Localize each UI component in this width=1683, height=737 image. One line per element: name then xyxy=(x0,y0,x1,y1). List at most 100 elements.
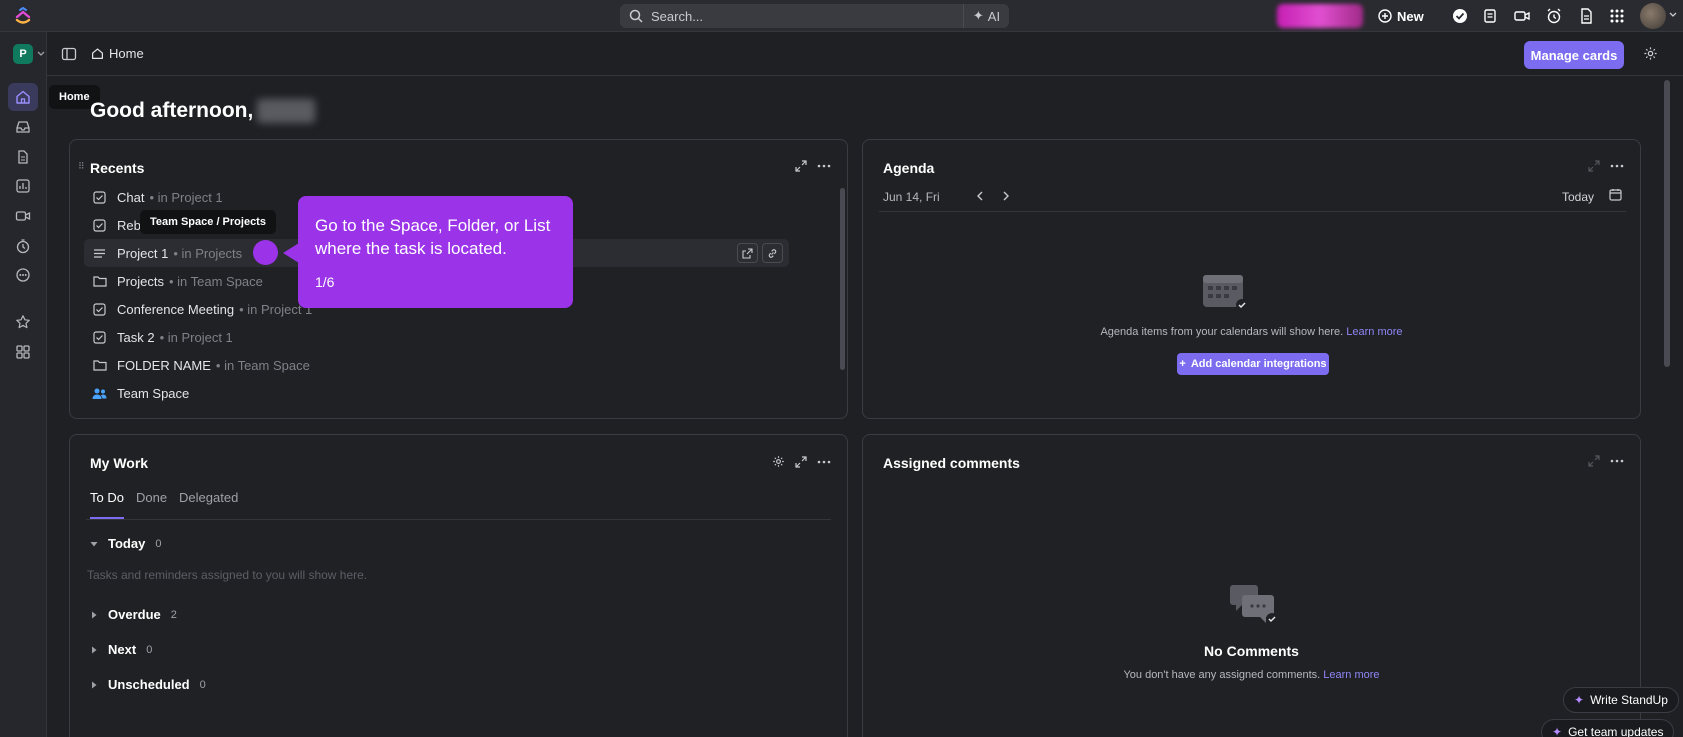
video-icon[interactable] xyxy=(1513,7,1531,25)
user-avatar[interactable] xyxy=(1640,3,1666,29)
list-item[interactable]: Task 2 • in Project 1 xyxy=(84,323,789,351)
clickup-logo-icon[interactable] xyxy=(15,7,31,24)
breadcrumb-label: Home xyxy=(109,46,144,61)
grid-icon xyxy=(16,345,30,359)
recents-scrollbar[interactable] xyxy=(840,188,845,370)
agenda-card: Agenda Jun 14, Fri Today Agenda items fr… xyxy=(862,139,1641,419)
recent-item-location: • in Team Space xyxy=(168,273,263,289)
comments-empty-message: You don't have any assigned comments. xyxy=(1123,669,1321,681)
rail-inbox-button[interactable] xyxy=(8,113,38,141)
task-icon xyxy=(92,302,107,317)
document-icon[interactable] xyxy=(1577,7,1595,25)
agenda-title: Agenda xyxy=(883,160,935,176)
rail-timesheets-button[interactable] xyxy=(8,232,38,260)
expand-icon[interactable] xyxy=(1588,160,1600,172)
upgrade-pill[interactable] xyxy=(1277,4,1363,28)
recent-item-location: • in Projects xyxy=(173,245,243,261)
rail-favorites-button[interactable] xyxy=(8,308,38,336)
recent-item-name: FOLDER NAME xyxy=(117,357,211,373)
chevron-left-icon[interactable] xyxy=(975,190,985,202)
add-calendar-integrations-button[interactable]: + Add calendar integrations xyxy=(1177,353,1329,375)
chevron-down-icon[interactable] xyxy=(1669,11,1677,19)
agenda-nav xyxy=(975,190,1011,202)
notepad-icon[interactable] xyxy=(1481,7,1499,25)
group-today[interactable]: Today 0 xyxy=(90,536,161,551)
check-circle-icon[interactable] xyxy=(1451,7,1469,25)
tab-to-do[interactable]: To Do xyxy=(90,490,124,519)
expand-icon[interactable] xyxy=(795,455,807,468)
agenda-learn-more-link[interactable]: Learn more xyxy=(1346,326,1402,338)
external-link-icon xyxy=(742,247,753,259)
chevron-down-icon[interactable] xyxy=(37,50,45,58)
recent-item-name: Conference Meeting xyxy=(117,301,235,317)
assigned-comments-card: Assigned comments No Comments You don't … xyxy=(862,434,1641,737)
drag-handle-icon[interactable]: ⠿ xyxy=(78,162,85,171)
breadcrumb[interactable]: Home xyxy=(91,46,144,61)
page-scrollbar[interactable] xyxy=(1664,80,1670,367)
gear-icon[interactable] xyxy=(772,455,785,468)
group-name: Next xyxy=(108,642,137,657)
rail-more-button[interactable] xyxy=(8,261,38,289)
sparkle-icon: ✦ xyxy=(1574,693,1585,707)
list-item[interactable]: FOLDER NAME • in Team Space xyxy=(84,351,789,379)
expand-icon[interactable] xyxy=(795,160,807,172)
gear-icon[interactable] xyxy=(1643,46,1658,61)
sidebar-toggle-icon[interactable] xyxy=(61,46,77,62)
rail-dashboards-button[interactable] xyxy=(8,172,38,200)
new-button[interactable]: New xyxy=(1378,5,1424,27)
apps-grid-icon[interactable] xyxy=(1608,7,1626,25)
my-work-hint: Tasks and reminders assigned to you will… xyxy=(87,568,368,582)
list-icon xyxy=(92,246,107,261)
chevron-right-icon[interactable] xyxy=(1001,190,1011,202)
recent-item-name: Projects xyxy=(117,273,164,289)
recent-item-location: • in Team Space xyxy=(215,357,310,373)
task-icon xyxy=(92,330,107,345)
recent-item-location: • in Project 1 xyxy=(149,189,223,205)
list-item[interactable]: Team Space xyxy=(84,379,789,407)
rail-spaces-button[interactable] xyxy=(8,338,38,366)
get-team-updates-button[interactable]: ✦ Get team updates xyxy=(1541,719,1675,737)
group-unscheduled[interactable]: Unscheduled 0 xyxy=(90,677,206,692)
workspace-avatar[interactable]: P xyxy=(13,44,33,64)
group-next[interactable]: Next 0 xyxy=(90,642,152,657)
rail-docs-button[interactable] xyxy=(8,143,38,171)
greeting: Good afternoon, xyxy=(90,99,316,124)
ai-button[interactable]: ✦ AI xyxy=(963,4,1009,28)
alarm-clock-icon[interactable] xyxy=(1545,7,1563,25)
search-bar[interactable]: Search... ✦ AI xyxy=(620,4,1009,28)
comments-illustration-icon xyxy=(1230,585,1278,625)
calendar-icon[interactable] xyxy=(1609,188,1622,201)
manage-cards-button[interactable]: Manage cards xyxy=(1524,41,1624,69)
open-new-tab-button[interactable] xyxy=(737,243,758,263)
tour-beacon[interactable] xyxy=(253,240,278,265)
copy-link-button[interactable] xyxy=(762,243,783,263)
today-button[interactable]: Today xyxy=(1562,190,1594,204)
group-name: Unscheduled xyxy=(108,677,190,692)
rail-home-button[interactable] xyxy=(8,83,38,111)
greeting-text: Good afternoon, xyxy=(90,99,254,122)
more-horizontal-icon[interactable] xyxy=(817,456,831,468)
more-horizontal-icon[interactable] xyxy=(1610,455,1624,467)
search-icon xyxy=(629,9,643,23)
group-name: Today xyxy=(108,536,146,551)
write-standup-button[interactable]: ✦ Write StandUp xyxy=(1563,687,1679,713)
comments-learn-more-link[interactable]: Learn more xyxy=(1323,669,1379,681)
tab-delegated[interactable]: Delegated xyxy=(179,490,238,519)
rail-clips-button[interactable] xyxy=(8,202,38,230)
more-horizontal-icon[interactable] xyxy=(1610,160,1624,172)
recent-item-name: Chat xyxy=(117,189,145,205)
tab-done[interactable]: Done xyxy=(136,490,167,519)
caret-right-icon xyxy=(92,611,97,618)
agenda-actions xyxy=(1588,160,1624,172)
group-overdue[interactable]: Overdue 2 xyxy=(90,607,177,622)
more-circle-icon xyxy=(16,268,30,282)
more-horizontal-icon[interactable] xyxy=(817,160,831,172)
people-icon xyxy=(92,386,107,401)
expand-icon[interactable] xyxy=(1588,455,1600,467)
assigned-comments-actions xyxy=(1588,455,1624,467)
new-label: New xyxy=(1397,8,1424,24)
group-count: 0 xyxy=(155,537,162,550)
my-work-actions xyxy=(772,455,831,468)
group-name: Overdue xyxy=(108,607,161,622)
search-placeholder: Search... xyxy=(651,8,704,24)
